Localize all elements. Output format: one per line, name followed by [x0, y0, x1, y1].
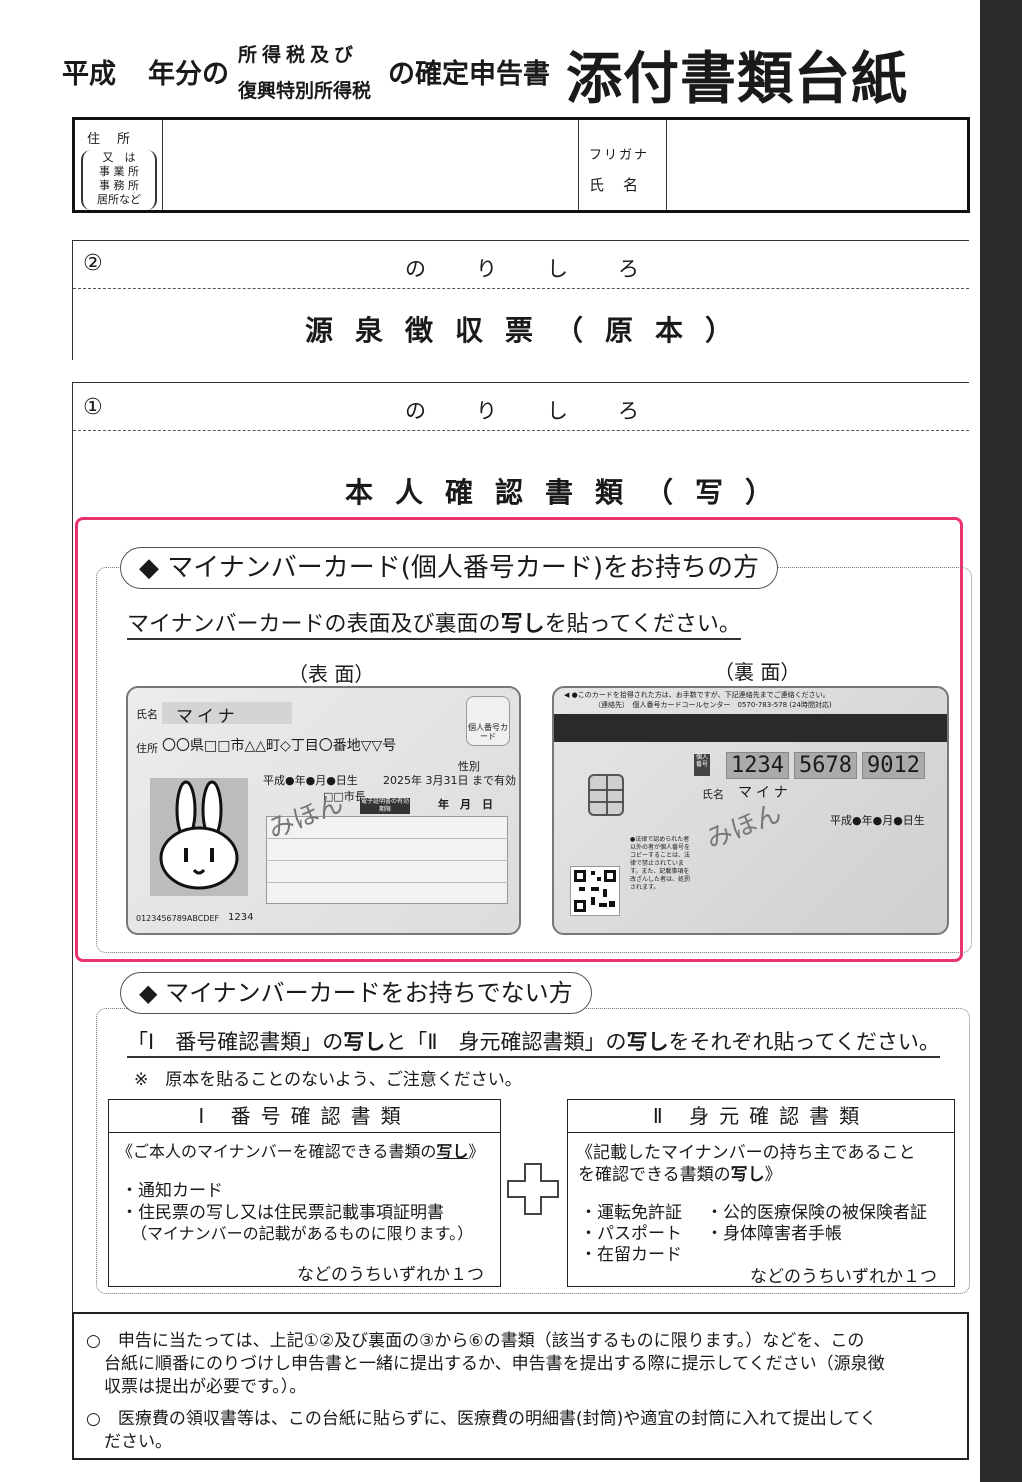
back-number-tag: 個人番号: [694, 754, 710, 776]
back-sample-watermark: みほん: [702, 798, 786, 856]
front-expiry: 2025年 3月31日 まで有効: [383, 774, 516, 787]
identity-doc-4: ・身体障害者手帳: [706, 1224, 842, 1244]
furigana-label: フリガナ: [589, 148, 650, 163]
front-serial: 0123456789ABCDEF: [136, 914, 220, 923]
no-card-caution: ※ 原本を貼ることのないよう、ご注意ください。: [134, 1070, 522, 1090]
back-number-part-1: 5678: [794, 752, 857, 779]
front-address-label: 住所: [136, 742, 158, 755]
identity-confirm-footer: などのうちいずれか１つ: [750, 1267, 937, 1287]
rabbit-mascot-icon: [159, 780, 239, 890]
back-magnetic-stripe: [554, 714, 947, 742]
front-birth: 平成●年●月●日生: [263, 774, 358, 787]
identity-confirm-box: Ⅱ 身元確認書類 《記載したマイナンバーの持ち主であること を確認できる書類の写…: [567, 1099, 955, 1287]
back-notice-line1: ◀ ●このカードを拾得された方は、お手数ですが、下記連絡先までご連絡ください。: [564, 691, 830, 699]
name-label: 氏 名: [589, 176, 641, 194]
no-card-instruction: 「Ⅰ 番号確認書類」の写しと「Ⅱ 身元確認書類」の写しをそれぞれ貼ってください。: [127, 1026, 940, 1058]
address-name-table: 住 所 又 は 事 業 所 事 務 所 居所など フリガナ 氏 名: [72, 117, 970, 213]
front-photo: [150, 778, 248, 896]
address-label: 住 所: [87, 132, 133, 147]
back-notice-line2: （連絡先） 個人番号カードコールセンター 0570-783-578 (24時間対…: [594, 701, 832, 709]
address-alt-2: 事 務 所: [99, 179, 139, 192]
page-edge-strip: [980, 0, 1022, 1482]
qr-code-icon: [570, 866, 620, 916]
front-badge: 個人番号カード: [466, 696, 510, 746]
mynumber-card-instruction: マイナンバーカードの表面及び裏面の写しを貼ってください。: [127, 606, 741, 640]
number-confirm-intro: 《ご本人のマイナンバーを確認できる書類の写し》: [117, 1142, 485, 1161]
section-1-heading: 本人確認書類（写）: [345, 476, 796, 509]
mynumber-card-back: ◀ ●このカードを拾得された方は、お手数ですが、下記連絡先までご連絡ください。 …: [552, 686, 949, 935]
no-card-pill: ◆ マイナンバーカードをお持ちでない方: [120, 972, 592, 1014]
note-1-line-3: 収票は提出が必要です。）。: [104, 1377, 307, 1397]
title-year-suffix: 年分の: [148, 59, 229, 90]
identity-confirm-heading: Ⅱ 身元確認書類: [568, 1100, 954, 1133]
section-1-number: ①: [83, 395, 103, 420]
section-2-heading: 源泉徴収票（原本）: [305, 314, 756, 347]
front-code: 1234: [228, 912, 254, 923]
front-name-label: 氏名: [136, 708, 158, 721]
front-date-labels: 年 月 日: [438, 798, 493, 811]
notes-box: ○ 申告に当たっては、上記①②及び裏面の③から⑥の書類（該当するものに限ります。…: [72, 1312, 969, 1460]
name-field[interactable]: [670, 120, 967, 210]
front-address: 〇〇県□□市△△町◇丁目〇番地▽▽号: [162, 738, 397, 754]
back-label: （裏 面）: [714, 660, 801, 684]
back-number-part-0: 1234: [726, 752, 789, 779]
title-doc-suffix: の確定申告書: [388, 59, 550, 90]
note-2-line-1: ○ 医療費の領収書等は、この台紙に貼らずに、医療費の明細書(封筒)や適宜の封筒に…: [86, 1409, 877, 1429]
address-alt-1: 事 業 所: [99, 165, 139, 178]
front-label: （表 面）: [288, 662, 375, 686]
address-alt-bracket: 又 は 事 業 所 事 務 所 居所など: [81, 150, 157, 210]
page-title: 添付書類台紙: [566, 47, 908, 112]
section-2-paste-label: のりしろ: [405, 257, 689, 281]
title-tax-line1: 所得税及び: [238, 44, 359, 66]
address-field[interactable]: [166, 120, 574, 210]
back-birth: 平成●年●月●日生: [830, 814, 925, 827]
section-2-number: ②: [83, 251, 103, 276]
note-1-line-1: ○ 申告に当たっては、上記①②及び裏面の③から⑥の書類（該当するものに限ります。…: [86, 1331, 865, 1351]
back-number-part-2: 9012: [862, 752, 925, 779]
ic-chip-icon: [588, 774, 624, 816]
address-alt-0: 又 は: [102, 151, 136, 164]
identity-doc-2: ・在留カード: [580, 1245, 682, 1265]
back-name-label: 氏名: [702, 788, 724, 801]
note-1-line-2: 台紙に順番にのりづけし申告書と一緒に提出するか、申告書を提出する際に提示してくだ…: [104, 1354, 885, 1374]
number-confirm-heading: Ⅰ 番号確認書類: [109, 1100, 500, 1133]
section-1-paste-label: のりしろ: [405, 399, 689, 423]
plus-icon: [506, 1162, 560, 1216]
identity-confirm-intro-line2: を確認できる書類の写し》: [578, 1165, 782, 1185]
section-2-frame: ② のりしろ 源泉徴収票（原本）: [72, 240, 969, 360]
number-confirm-box: Ⅰ 番号確認書類 《ご本人のマイナンバーを確認できる書類の写し》 ・通知カード …: [108, 1099, 501, 1287]
title-tax-line2: 復興特別所得税: [238, 80, 372, 102]
note-2-line-2: ださい。: [104, 1432, 172, 1452]
address-alt-3: 居所など: [97, 193, 141, 206]
mynumber-card-front: 氏名 マイナ 住所 〇〇県□□市△△町◇丁目〇番地▽▽号 性別 平成●年●月●日…: [126, 686, 521, 935]
back-legal-note: ●法律で認められた者以外の者が個人番号をコピーすることは、法律で禁止されています…: [630, 836, 691, 891]
mynumber-card-pill: ◆ マイナンバーカード(個人番号カード)をお持ちの方: [120, 547, 779, 589]
front-name: マイナ: [176, 707, 239, 727]
number-confirm-note: （マイナンバーの記載があるものに限ります。）: [131, 1224, 474, 1243]
title-era: 平成: [62, 59, 116, 90]
number-confirm-footer: などのうちいずれか１つ: [297, 1265, 484, 1285]
front-small-label: 電子証明書の有効期限: [360, 798, 410, 814]
